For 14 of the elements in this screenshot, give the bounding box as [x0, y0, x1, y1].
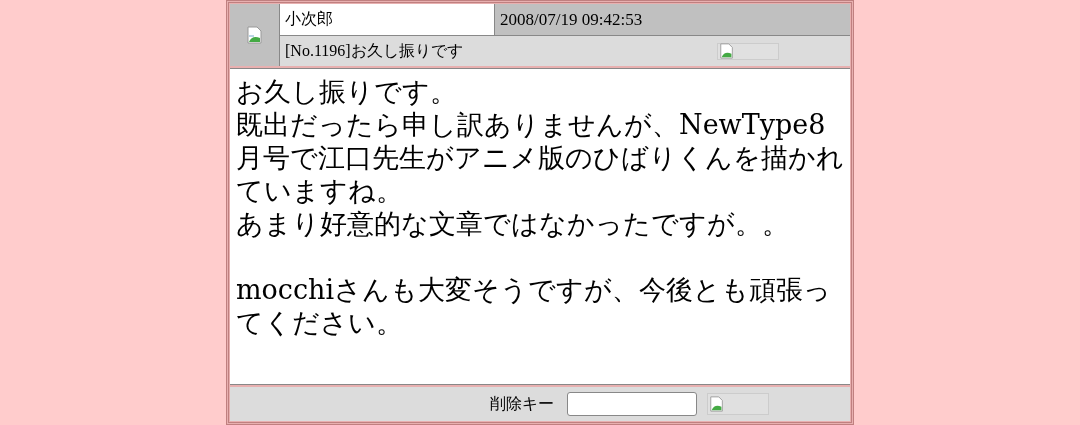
broken-image-icon: [246, 26, 263, 44]
broken-image-icon: [709, 396, 725, 412]
broken-image-icon: [719, 43, 735, 59]
image-button[interactable]: [717, 42, 779, 60]
message-text: お久し振りです。: [236, 75, 458, 108]
message-text: 既出だったら申し訳ありませんが、NewType8月号で江口先生がアニメ版のひばりくんを描かれていますね。: [236, 108, 844, 207]
delete-image-button[interactable]: [707, 393, 769, 415]
post-date: 2008/07/19 09:42:53: [495, 4, 850, 35]
message-text: mocchiさんも大変そうですが、今後とも頑張ってください。: [236, 273, 833, 339]
delete-key-label: 削除キー: [490, 393, 554, 415]
post-subject: [No.1196]お久し振りです: [285, 40, 464, 61]
message-text: あまり好意的な文章ではなかったですが。。: [236, 207, 790, 240]
author-name: 小次郎: [280, 4, 494, 35]
delete-key-field[interactable]: [567, 392, 697, 416]
